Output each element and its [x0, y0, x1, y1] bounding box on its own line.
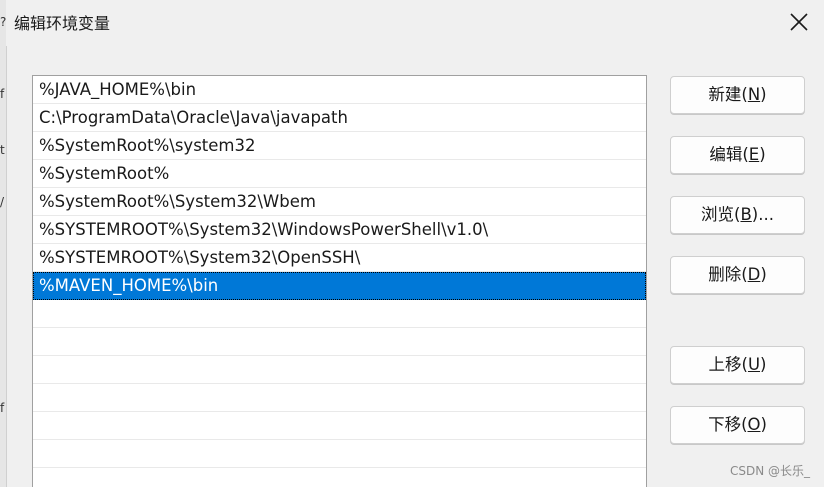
move-up-button-accesskey: U	[747, 355, 761, 374]
browse-button[interactable]: 浏览(B)...	[670, 196, 805, 234]
background-glyph: /	[0, 195, 5, 209]
empty-list-row[interactable]	[33, 468, 646, 487]
delete-button-label: 删除(	[708, 265, 748, 284]
move-down-button-suffix: )	[760, 415, 767, 434]
browse-button-accesskey: B	[740, 205, 752, 224]
edit-button-label: 编辑(	[709, 145, 749, 164]
list-item[interactable]: %SystemRoot%\System32\Wbem	[33, 188, 646, 216]
move-down-button[interactable]: 下移(O)	[670, 406, 805, 444]
move-up-button-label: 上移(	[708, 355, 748, 374]
empty-list-row[interactable]	[33, 328, 646, 356]
delete-button-suffix: )	[760, 265, 767, 284]
list-item[interactable]: C:\ProgramData\Oracle\Java\javapath	[33, 104, 646, 132]
browse-button-label: 浏览(	[701, 205, 741, 224]
empty-list-row[interactable]	[33, 412, 646, 440]
list-item[interactable]: %JAVA_HOME%\bin	[33, 76, 646, 104]
list-item[interactable]: %SYSTEMROOT%\System32\WindowsPowerShell\…	[33, 216, 646, 244]
new-button-suffix: )	[760, 85, 767, 104]
empty-list-row[interactable]	[33, 356, 646, 384]
empty-list-row[interactable]	[33, 384, 646, 412]
edit-button-suffix: )	[759, 145, 766, 164]
browse-button-suffix: )...	[751, 205, 774, 224]
background-glyph: f	[0, 401, 5, 415]
title-bar: 编辑环境变量	[6, 0, 824, 46]
close-button[interactable]	[786, 9, 812, 35]
delete-button[interactable]: 删除(D)	[670, 256, 805, 294]
list-item[interactable]: %SystemRoot%\system32	[33, 132, 646, 160]
move-down-button-accesskey: O	[747, 415, 761, 434]
move-down-button-label: 下移(	[708, 415, 748, 434]
edit-button-accesskey: E	[748, 145, 760, 164]
edit-button[interactable]: 编辑(E)	[670, 136, 805, 174]
path-list[interactable]: %JAVA_HOME%\bin C:\ProgramData\Oracle\Ja…	[32, 75, 647, 487]
new-button[interactable]: 新建(N)	[670, 76, 805, 114]
new-button-accesskey: N	[747, 85, 761, 104]
new-button-label: 新建(	[708, 85, 748, 104]
close-icon	[790, 13, 808, 31]
background-glyph: t	[0, 143, 5, 157]
background-glyph: f	[0, 87, 5, 101]
list-item[interactable]: %SYSTEMROOT%\System32\OpenSSH\	[33, 244, 646, 272]
move-up-button[interactable]: 上移(U)	[670, 346, 805, 384]
edit-env-variable-dialog: ? f t / f 编辑环境变量 %JAVA_HOME%\bin C:\Prog…	[0, 0, 824, 487]
list-item-selected[interactable]: %MAVEN_HOME%\bin	[33, 272, 646, 300]
delete-button-accesskey: D	[747, 265, 761, 284]
background-window-edge: ? f t / f	[0, 0, 7, 487]
watermark: CSDN @长乐_	[729, 464, 810, 478]
dialog-title: 编辑环境变量	[14, 14, 111, 33]
move-up-button-suffix: )	[760, 355, 767, 374]
empty-list-row[interactable]	[33, 300, 646, 328]
list-item[interactable]: %SystemRoot%	[33, 160, 646, 188]
empty-list-row[interactable]	[33, 440, 646, 468]
